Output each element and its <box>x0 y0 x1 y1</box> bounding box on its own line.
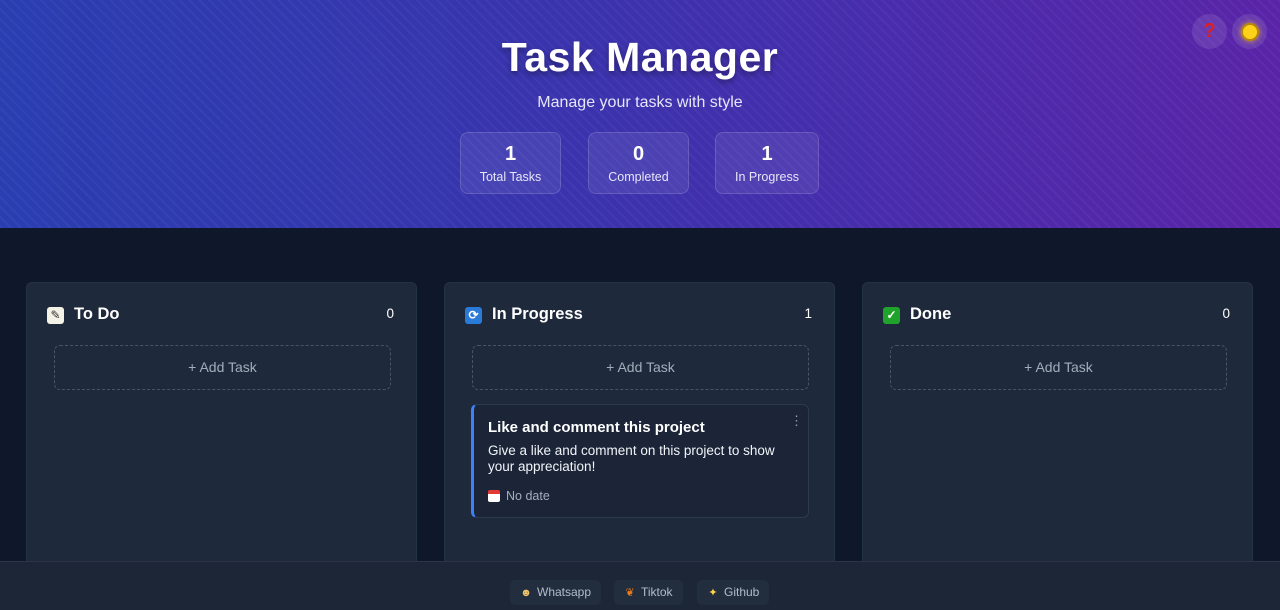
column-done: Done 0 + Add Task <box>862 282 1253 582</box>
footer: ☻ Whatsapp ❦ Tiktok ✦ Github <box>0 561 1280 610</box>
add-task-button[interactable]: + Add Task <box>890 345 1227 390</box>
sparkles-icon: ✦ <box>708 587 718 599</box>
help-button[interactable]: ? <box>1192 14 1227 49</box>
column-title: In Progress <box>492 305 583 323</box>
task-description: Give a like and comment on this project … <box>488 443 775 474</box>
stat-label: In Progress <box>735 170 799 184</box>
person-icon: ☻ <box>520 587 532 599</box>
link-label: Tiktok <box>641 585 673 599</box>
link-label: Github <box>724 585 760 599</box>
page-title: Task Manager <box>501 34 779 80</box>
stats-bar: 1 Total Tasks 0 Completed 1 In Progress <box>0 132 1280 194</box>
github-link[interactable]: ✦ Github <box>697 580 770 605</box>
stat-value: 0 <box>632 143 645 165</box>
task-card[interactable]: Like and comment this project ⋮ Give a l… <box>471 404 809 518</box>
stat-value: 1 <box>761 143 773 165</box>
theme-toggle-button[interactable] <box>1232 14 1267 49</box>
page-subtitle: Manage your tasks with style <box>537 94 743 111</box>
memo-icon <box>47 307 64 324</box>
calendar-icon <box>488 490 500 502</box>
stat-total-tasks: 1 Total Tasks <box>460 132 561 194</box>
kanban-board: To Do 0 + Add Task In Progress 1 + Add T… <box>0 228 1280 610</box>
task-title: Like and comment this project <box>488 419 705 436</box>
stat-in-progress: 1 In Progress <box>715 132 819 194</box>
stat-label: Completed <box>608 170 669 184</box>
link-label: Whatsapp <box>537 585 592 599</box>
stat-label: Total Tasks <box>479 170 542 184</box>
column-count: 0 <box>1222 306 1230 321</box>
column-in-progress: In Progress 1 + Add Task Like and commen… <box>444 282 835 582</box>
column-todo: To Do 0 + Add Task <box>26 282 417 582</box>
add-task-button[interactable]: + Add Task <box>472 345 809 390</box>
column-title: To Do <box>74 305 120 323</box>
whatsapp-link[interactable]: ☻ Whatsapp <box>510 580 602 605</box>
column-title: Done <box>910 305 952 323</box>
column-header: To Do 0 <box>47 305 394 327</box>
column-header: In Progress 1 <box>465 305 812 327</box>
stat-completed: 0 Completed <box>588 132 689 194</box>
task-due-date: No date <box>488 489 550 503</box>
tiktok-link[interactable]: ❦ Tiktok <box>614 580 683 605</box>
butterfly-icon: ❦ <box>625 587 635 599</box>
add-task-button[interactable]: + Add Task <box>54 345 391 390</box>
app-header: Task Manager Manage your tasks with styl… <box>0 0 1280 228</box>
task-date-label: No date <box>506 489 550 503</box>
column-header: Done 0 <box>883 305 1230 327</box>
sun-icon <box>1242 24 1257 39</box>
column-count: 0 <box>386 306 394 321</box>
stat-value: 1 <box>504 143 517 165</box>
check-icon <box>883 307 900 324</box>
more-options-icon[interactable]: ⋮ <box>790 413 803 429</box>
question-mark-icon: ? <box>1203 20 1216 42</box>
column-count: 1 <box>804 306 812 321</box>
refresh-icon <box>465 307 482 324</box>
